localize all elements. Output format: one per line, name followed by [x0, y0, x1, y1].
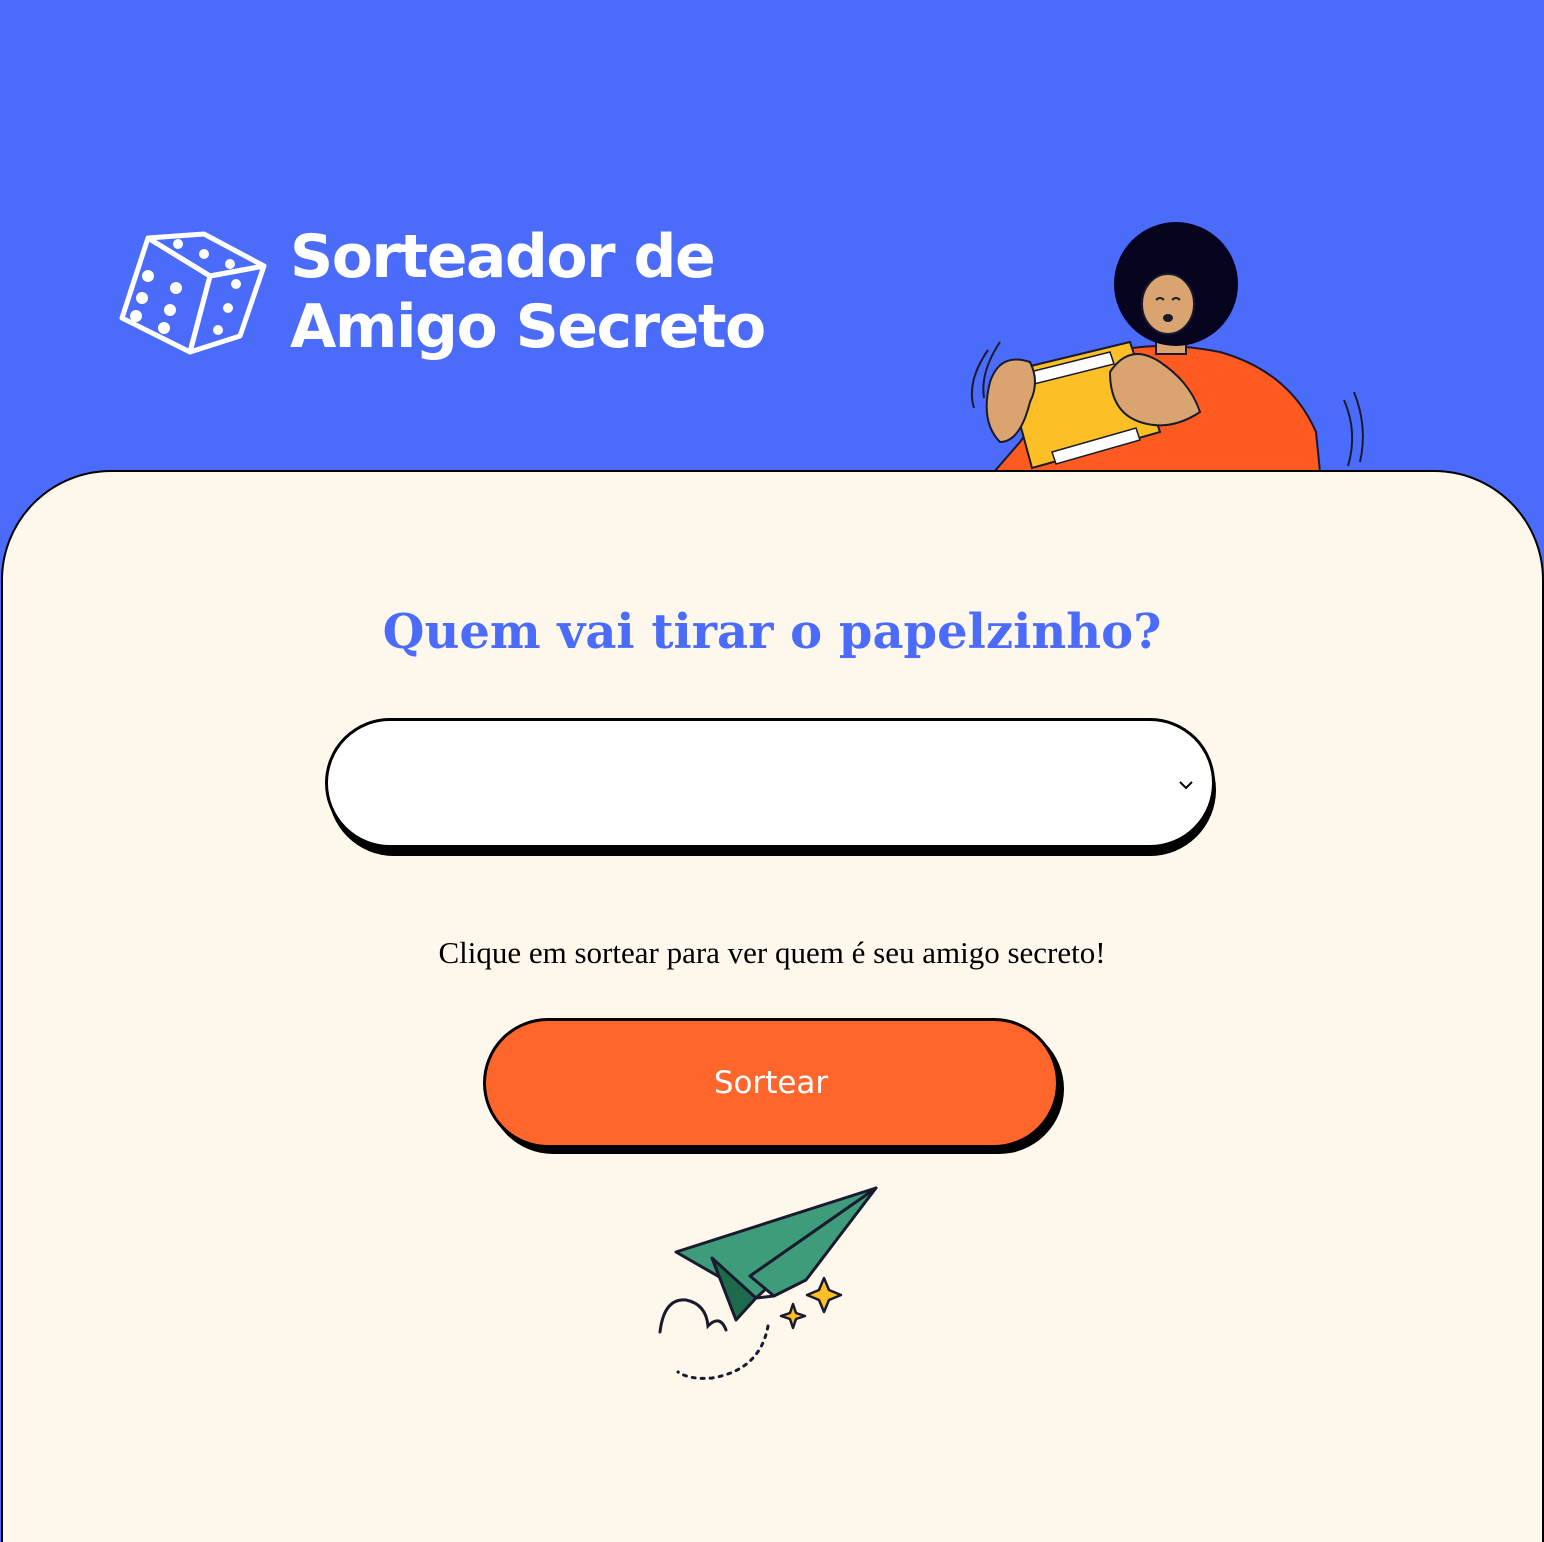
paper-plane-illustration: [658, 1186, 878, 1380]
chevron-down-icon: [1179, 781, 1193, 790]
instruction-text: Clique em sortear para ver quem é seu am…: [438, 935, 1106, 970]
logo-title: Sorteador de Amigo Secreto: [290, 222, 766, 362]
page-title: Quem vai tirar o papelzinho?: [382, 604, 1162, 660]
logo-line-1: Sorteador de: [290, 222, 716, 292]
participant-select[interactable]: [325, 718, 1215, 848]
dice-icon: [119, 231, 267, 355]
page: Sorteador de Amigo Secreto Quem vai tira…: [0, 0, 1544, 1542]
logo-line-2: Amigo Secreto: [290, 292, 766, 362]
draw-button-wrapper: Sortear: [483, 1018, 1067, 1156]
draw-button[interactable]: Sortear: [483, 1018, 1059, 1148]
participant-select-wrapper: [325, 718, 1217, 856]
person-with-gift-illustration: [970, 222, 1364, 473]
site-logo: Sorteador de Amigo Secreto: [118, 222, 766, 362]
